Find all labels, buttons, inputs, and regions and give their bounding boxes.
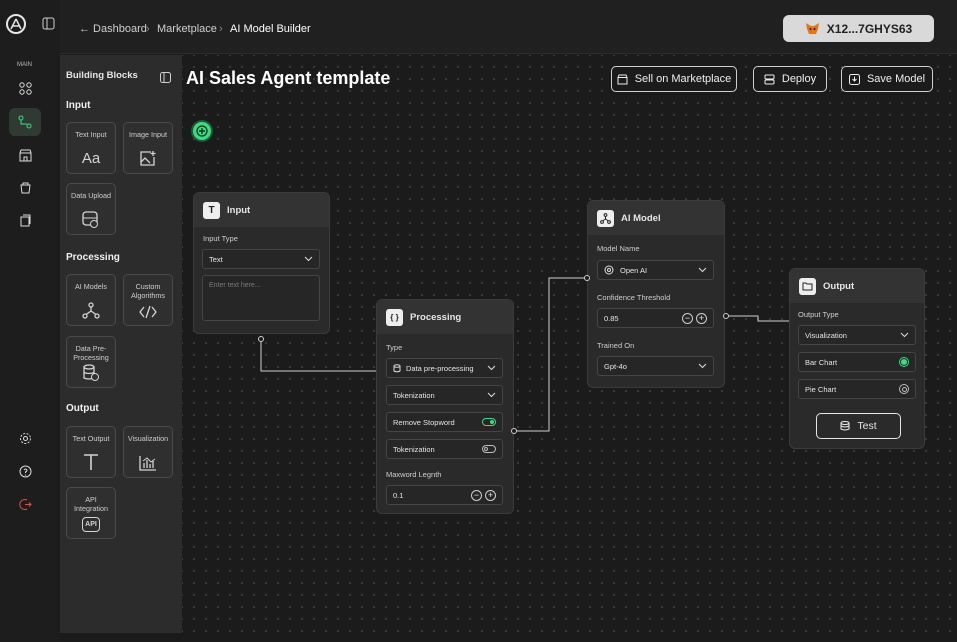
input-text-area[interactable]: Enter text here... [202,275,320,321]
option-label: Pie Chart [805,384,837,394]
node-title: Processing [410,311,462,323]
toggle-label: Tokenization [393,444,435,454]
ai-model-node-output-port[interactable] [723,313,729,319]
model-name-select[interactable]: Open AI [597,260,714,280]
confidence-threshold-label: Confidence Threshold [597,293,671,302]
openai-icon [604,265,614,275]
output-type-select[interactable]: Visualization [798,325,916,345]
braces-icon: { } [386,308,403,326]
chevron-down-icon [487,364,496,373]
output-type-label: Output Type [798,310,839,319]
processing-type-select[interactable]: Data pre-processing [386,358,503,378]
input-type-label: Input Type [203,234,238,243]
radio-unselected-icon [899,384,909,394]
select-value: Open AI [620,265,648,275]
chevron-down-icon [304,255,313,264]
ai-model-node[interactable]: AI Model Model Name Open AI Confidence T… [587,200,725,388]
option-label: Bar Chart [805,357,838,367]
network-icon [597,209,614,227]
model-name-label: Model Name [597,244,640,253]
processing-type-label: Type [386,343,403,352]
database-icon [393,363,401,372]
ai-model-node-input-port[interactable] [584,275,590,281]
stepper-value: 0.1 [393,490,404,500]
toggle-label: Remove Stopword [393,417,455,427]
input-type-select[interactable]: Text [202,249,320,269]
chevron-down-icon [698,362,707,371]
test-button[interactable]: Test [816,413,901,439]
select-value: Data pre-processing [406,363,474,373]
trained-on-select[interactable]: Gpt-4o [597,356,714,376]
folder-icon [799,277,816,295]
select-value: Text [209,254,223,264]
select-value: Gpt-4o [604,361,627,371]
confidence-threshold-stepper[interactable]: 0.85 − + [597,308,714,328]
tokenization-select[interactable]: Tokenization [386,385,503,405]
processing-node[interactable]: { } Processing Type Data pre-processing T… [376,299,514,514]
minus-icon[interactable]: − [471,489,482,501]
node-title: Output [823,280,855,292]
chevron-down-icon [487,391,496,400]
text-t-icon: T [203,201,220,219]
plus-icon[interactable]: + [696,312,707,324]
select-value: Visualization [805,330,847,340]
tokenization-toggle[interactable] [482,445,496,453]
node-title: AI Model [621,212,661,224]
stepper-value: 0.85 [604,313,619,323]
remove-stopword-toggle[interactable] [482,418,496,426]
chevron-down-icon [900,331,909,340]
tokenization-row: Tokenization [386,439,503,459]
radio-selected-icon [899,357,909,367]
node-title: Input [227,204,251,216]
chevron-down-icon [698,266,707,275]
processing-node-output-port[interactable] [511,428,517,434]
maxword-label: Maxword Legnth [386,470,442,479]
input-node-output-port[interactable] [258,336,264,342]
input-node[interactable]: T Input Input Type Text Enter text here..… [193,192,330,334]
database-icon [840,421,850,431]
trained-on-label: Trained On [597,341,635,350]
maxword-stepper[interactable]: 0.1 − + [386,485,503,505]
minus-icon[interactable]: − [682,312,693,324]
remove-stopword-row: Remove Stopword [386,412,503,432]
pie-chart-option[interactable]: Pie Chart [798,379,916,399]
plus-icon[interactable]: + [485,489,496,501]
select-value: Tokenization [393,390,435,400]
output-node[interactable]: Output Output Type Visualization Bar Cha… [789,268,925,449]
test-label: Test [857,420,877,432]
bar-chart-option[interactable]: Bar Chart [798,352,916,372]
